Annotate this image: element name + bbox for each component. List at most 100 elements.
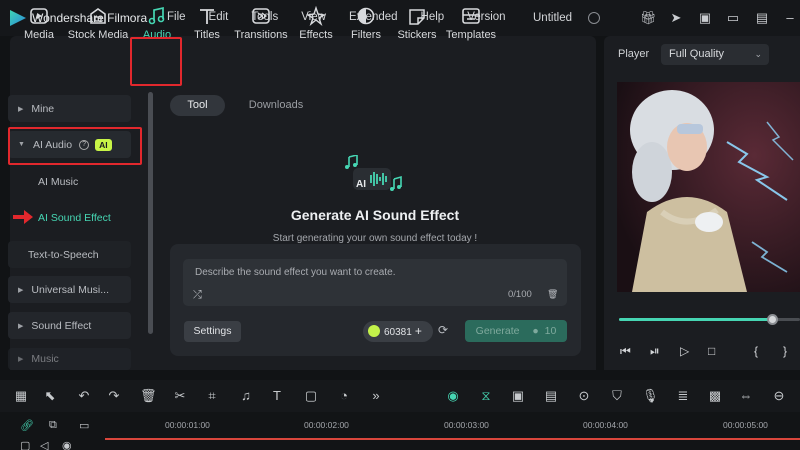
mark-in-icon[interactable]: { [754,344,758,358]
tab-transitions[interactable]: Transitions [233,4,289,48]
timeline-ruler[interactable] [0,412,800,450]
track-manager-icon[interactable]: ⧉ [49,419,57,432]
redo-icon[interactable]: ↷ [106,388,122,404]
sticker-timeline-icon[interactable]: ▩ [707,388,723,404]
expand-arrow-icon: ▶ [18,356,24,363]
credit-balance: 60381 [384,327,412,338]
minimize-icon[interactable]: – [782,10,798,26]
stickers-icon [409,9,425,25]
cut-icon[interactable]: ✂ [172,388,188,404]
sidebar-item-ai-music[interactable]: AI Music [38,176,78,188]
stock-media-icon [90,8,106,24]
ai-sound-effect-icon: AI [345,155,402,191]
sidebar-item-mine[interactable]: ▶ Mine [8,95,131,122]
char-counter: 0/100 [508,289,532,300]
tab-stock-media[interactable]: Stock Media [66,4,130,48]
panel-subtitle: Start generating your own sound effect t… [272,233,478,244]
mark-out-icon[interactable]: } [783,344,787,358]
expand-arrow-icon: ▶ [18,286,24,294]
grid-layout-icon[interactable]: ▦ [13,388,29,404]
ruler-tick: 00:00:02:00 [304,420,349,430]
feedback-icon[interactable]: ▣ [697,10,713,26]
marker-icon[interactable]: ▢ [303,388,319,404]
auto-ripple-icon[interactable]: ▣ [510,388,526,404]
render-icon[interactable]: ▤ [543,388,559,404]
arrow-pointer-icon [13,210,33,224]
more-tools-icon[interactable]: » [368,388,384,403]
seek-progress [619,318,773,321]
fit-timeline-icon[interactable]: ⇔ [738,388,754,403]
send-icon[interactable]: ➤ [668,10,684,26]
seek-handle[interactable] [766,314,778,325]
save-status-icon [588,12,600,24]
add-credits-icon[interactable]: + [415,324,422,338]
generate-button[interactable]: Generate ● 10 [465,320,567,342]
audio-tools-icon[interactable]: ♫ [238,388,254,403]
tab-tool[interactable]: Tool [170,95,225,116]
tab-titles[interactable]: Titles [190,4,224,48]
generate-cost: 10 [544,325,557,337]
clear-icon[interactable]: 🗑︎ [547,289,558,300]
expand-arrow-icon: ▶ [18,105,24,113]
video-preview[interactable] [617,82,800,292]
snap-icon[interactable]: ⧖ [478,388,494,404]
chevron-down-icon: ⌄ [754,49,762,59]
filters-icon [357,7,375,25]
media-icon [30,8,48,24]
gift-icon[interactable]: 🎁︎ [640,10,657,26]
link-icon[interactable]: 🔗︎ [20,419,34,432]
tab-media[interactable]: Media [20,4,58,48]
tab-filters[interactable]: Filters [348,4,384,48]
tab-stickers[interactable]: Stickers [396,4,438,48]
tab-effects[interactable]: Effects [297,4,335,48]
credits-pill[interactable]: 60381 + [363,321,433,342]
text-tool-icon[interactable]: T [269,388,285,403]
ai-mate-icon[interactable]: ◉ [445,388,461,404]
play-icon[interactable]: ▷ [680,344,689,358]
project-title: Untitled [533,12,572,24]
refresh-icon[interactable]: ⟳ [438,323,448,337]
sidebar-item-ai-sound-effect[interactable]: AI Sound Effect [38,212,111,224]
visibility-eye-icon[interactable]: ◉ [62,439,72,450]
shield-icon[interactable]: ⛉ [609,388,625,404]
stop-icon[interactable]: □ [708,344,715,358]
transitions-icon [252,8,270,24]
layout-icon[interactable]: ▭ [725,10,741,26]
effects-icon [306,6,326,26]
microphone-icon[interactable]: 🎙︎ [642,388,659,404]
sidebar-item-music[interactable]: ▶ Music [8,348,131,370]
next-frame-icon[interactable]: ⏯︎ [650,344,660,359]
highlight-audio-tab [130,37,182,86]
titles-icon [200,9,214,24]
sidebar-item-universal-music[interactable]: ▶ Universal Musi... [8,276,131,303]
input-placeholder: Describe the sound effect you want to cr… [195,267,396,278]
credit-cost-icon: ● [532,325,539,337]
folder-icon[interactable]: ▢ [20,439,30,450]
quality-select[interactable]: Full Quality ⌄ [661,44,769,65]
playhead-line[interactable] [105,438,800,440]
settings-button[interactable]: Settings [184,321,241,342]
delete-icon[interactable]: 🗑︎ [140,388,157,404]
templates-icon [462,8,480,24]
sidebar-item-text-to-speech[interactable]: Text-to-Speech [8,241,131,268]
volume-icon[interactable]: ◁ [40,439,48,450]
ruler-tick: 00:00:01:00 [165,420,210,430]
crop-icon[interactable]: ⌗ [204,388,220,404]
save-icon[interactable]: ▤ [754,10,770,26]
music-note-icon [148,6,165,25]
add-track-icon[interactable]: ▭ [79,419,89,432]
shuffle-icon[interactable]: ⤮ [193,289,202,302]
voiceover-icon[interactable]: ≣ [675,388,691,404]
undo-icon[interactable]: ↶ [76,388,92,404]
select-tool-icon[interactable]: ⬉ [42,388,58,404]
sidebar-item-sound-effect[interactable]: ▶ Sound Effect [8,312,131,339]
expand-arrow-icon: ▶ [18,322,24,330]
speed-icon[interactable]: ◔ [336,388,352,403]
tab-downloads[interactable]: Downloads [238,95,314,116]
sidebar-scrollbar[interactable] [148,92,153,334]
credit-coin-icon [368,325,380,337]
tab-templates[interactable]: Templates [445,4,497,48]
playback-icon[interactable]: ⊙ [576,388,592,404]
zoom-out-icon[interactable]: ⊖ [771,388,787,404]
previous-frame-icon[interactable]: ⏮︎ [620,344,631,359]
